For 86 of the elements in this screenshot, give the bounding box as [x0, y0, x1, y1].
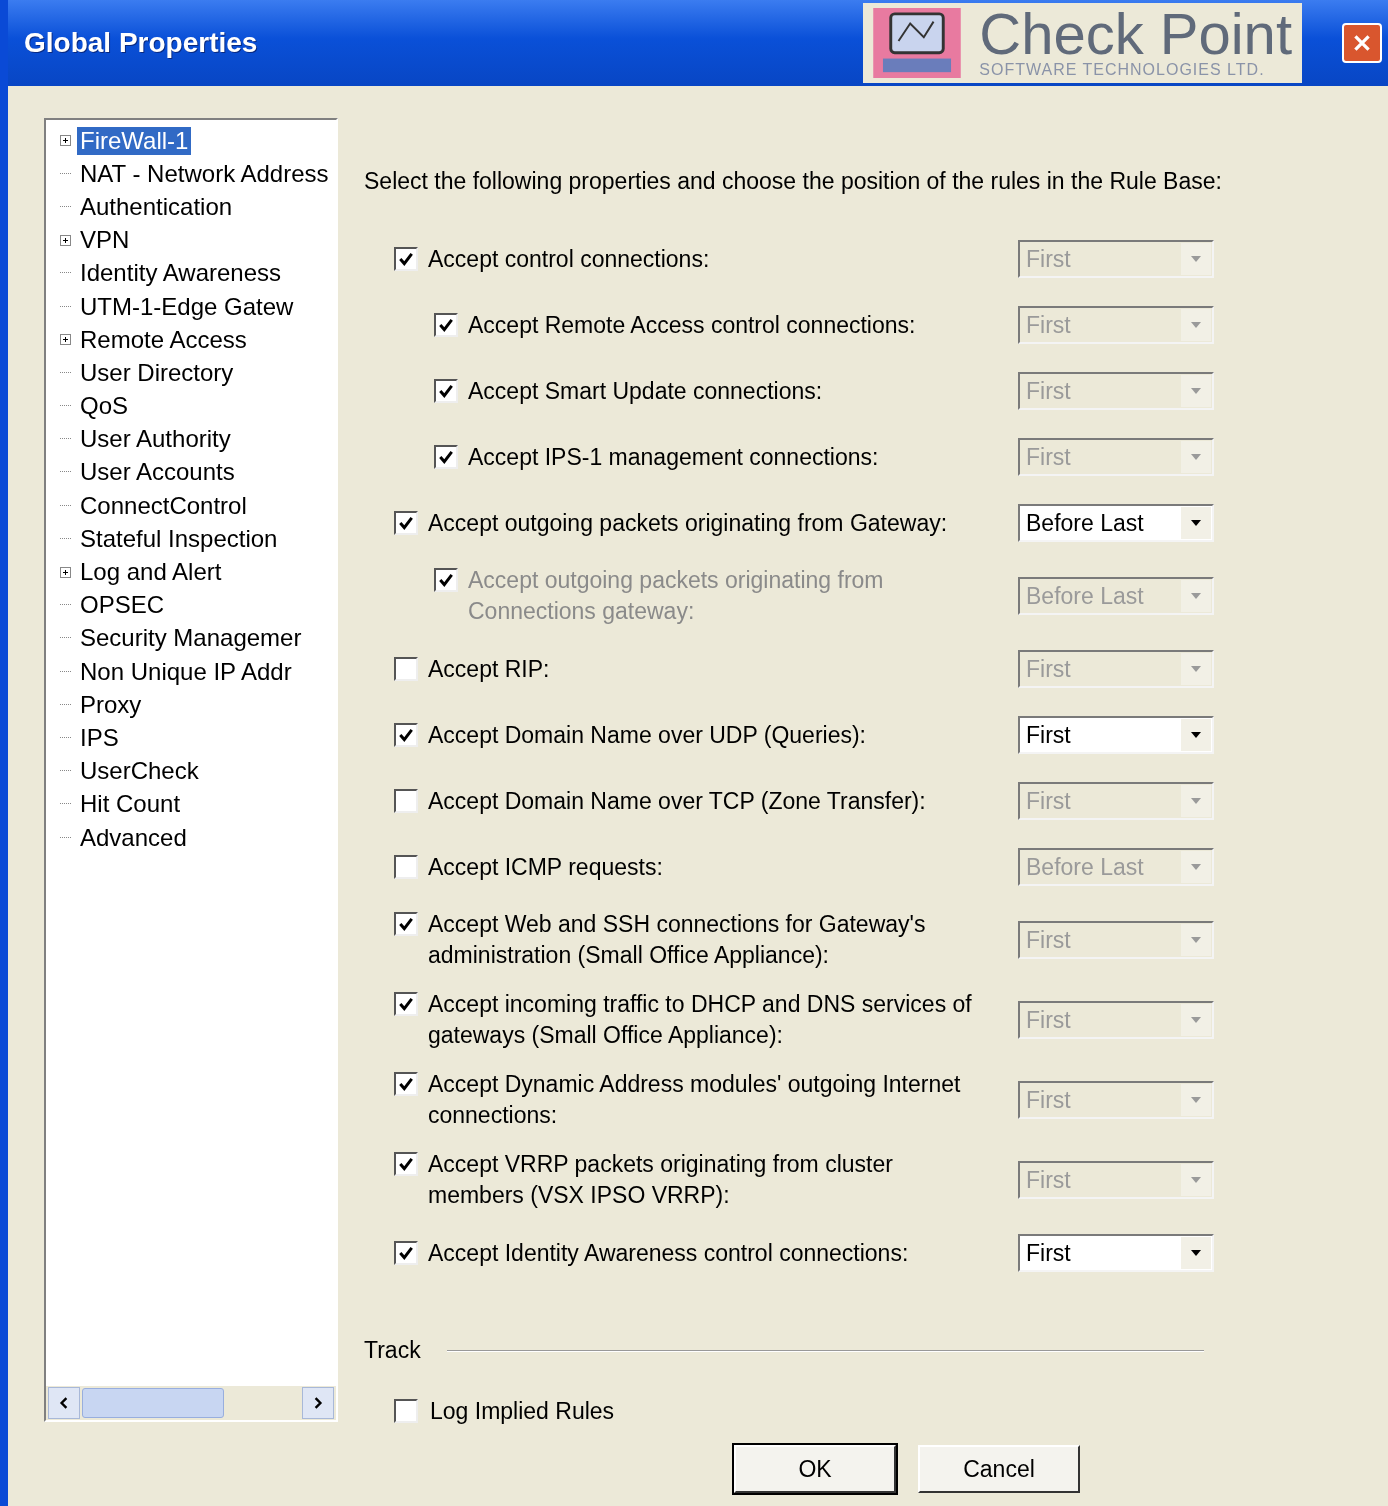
close-button[interactable]: [1342, 23, 1382, 63]
checkbox[interactable]: [394, 1152, 418, 1176]
tree-item[interactable]: Proxy: [77, 690, 145, 719]
checkmark-icon: [398, 916, 414, 932]
checkmark-icon: [398, 996, 414, 1012]
tree-item[interactable]: UTM-1-Edge Gatew: [77, 292, 297, 321]
position-dropdown[interactable]: First: [1018, 1234, 1214, 1272]
dialog-button[interactable]: Cancel: [918, 1445, 1080, 1493]
scroll-thumb[interactable]: [82, 1388, 224, 1418]
tree-item[interactable]: IPS: [77, 723, 122, 752]
tree-item[interactable]: FireWall-1: [77, 126, 192, 155]
checkbox[interactable]: [394, 788, 418, 813]
tree-item[interactable]: Identity Awareness: [77, 259, 284, 288]
checkbox[interactable]: [434, 444, 458, 469]
tree-item[interactable]: Stateful Inspection: [77, 524, 281, 553]
checkmark-icon: [398, 1076, 414, 1092]
tree-item[interactable]: Hit Count: [77, 790, 184, 819]
window-title: Global Properties: [24, 27, 259, 59]
option-label: Accept Identity Awareness control connections:: [428, 1238, 909, 1268]
option-label: Accept Remote Access control connections:: [468, 310, 916, 340]
checkbox[interactable]: [394, 1399, 418, 1423]
option-label: Accept VRRP packets originating from cluster members (VSX IPSO VRRP):: [428, 1150, 894, 1210]
tree-item[interactable]: Authentication: [77, 192, 236, 221]
checkmark-icon: [438, 382, 454, 399]
option-label: Log Implied Rules: [430, 1397, 615, 1426]
checkmark-icon: [438, 572, 454, 588]
checkmark-icon: [398, 1156, 414, 1172]
tree-item[interactable]: Security Managemer: [77, 624, 305, 653]
option-label: Accept ICMP requests:: [428, 852, 663, 882]
tree-item[interactable]: Remote Access: [77, 325, 250, 354]
expand-icon[interactable]: [60, 566, 71, 578]
checkmark-icon: [398, 1244, 414, 1261]
logo-tagline: SOFTWARE TECHNOLOGIES LTD.: [979, 61, 1266, 79]
checkbox[interactable]: [394, 510, 418, 535]
expand-icon[interactable]: [60, 135, 71, 147]
position-dropdown[interactable]: First: [1018, 716, 1214, 754]
checkbox[interactable]: [394, 854, 418, 879]
checkmark-icon: [398, 250, 414, 267]
tree-item[interactable]: User Accounts: [77, 458, 238, 487]
tree-item[interactable]: User Authority: [77, 425, 234, 454]
tree-item[interactable]: Non Unique IP Addr: [77, 657, 295, 686]
expand-icon[interactable]: [60, 334, 71, 346]
instruction-text: Select the following properties and choose the position of the rules in the Rule Base:: [364, 168, 1223, 195]
option-label: Accept outgoing packets originating from Gateway:: [428, 508, 948, 538]
checkbox[interactable]: [394, 656, 418, 681]
dialog-button[interactable]: OK: [734, 1445, 896, 1493]
option-label: Accept outgoing packets originating from Connections gateway:: [468, 566, 885, 626]
section-title: Track: [364, 1337, 421, 1364]
tree-item[interactable]: NAT - Network Address: [77, 159, 332, 188]
option-label: Accept IPS-1 management connections:: [468, 442, 879, 472]
computer-logo-icon: [873, 8, 962, 78]
option-label: Accept incoming traffic to DHCP and DNS services of gateways (Small Office Appliance):: [428, 990, 973, 1050]
checkbox[interactable]: [394, 1240, 418, 1265]
checkmark-icon: [398, 514, 414, 531]
close-icon: [1351, 32, 1373, 54]
option-label: Accept Web and SSH connections for Gateway's administration (Small Office Appliance):: [428, 910, 927, 970]
option-label: Accept Dynamic Address modules' outgoing Internet connections:: [428, 1070, 962, 1130]
tree-item[interactable]: Log and Alert: [77, 558, 225, 587]
checkbox[interactable]: [394, 992, 418, 1016]
tree-item[interactable]: Advanced: [77, 823, 190, 852]
checkbox[interactable]: [394, 722, 418, 747]
checkbox[interactable]: [394, 246, 418, 271]
scroll-left-button[interactable]: [48, 1387, 80, 1419]
checkbox[interactable]: [434, 378, 458, 403]
expand-icon[interactable]: [60, 234, 71, 246]
checkmark-icon: [438, 316, 454, 333]
checkbox[interactable]: [434, 312, 458, 337]
logo-name: Check Point: [979, 7, 1292, 61]
horizontal-scrollbar[interactable]: [46, 1386, 336, 1420]
option-label: Accept Domain Name over UDP (Queries):: [428, 720, 866, 750]
tree-item[interactable]: QoS: [77, 392, 132, 421]
option-label: Accept Domain Name over TCP (Zone Transfer):: [428, 786, 926, 816]
option-label: Accept RIP:: [428, 654, 550, 684]
checkbox[interactable]: [394, 912, 418, 936]
scroll-right-button[interactable]: [302, 1387, 334, 1419]
tree-item[interactable]: ConnectControl: [77, 491, 250, 520]
tree-item[interactable]: VPN: [77, 226, 133, 255]
checkmark-icon: [398, 726, 414, 743]
option-label: Accept control connections:: [428, 244, 710, 274]
checkmark-icon: [438, 448, 454, 465]
position-dropdown[interactable]: Before Last: [1018, 504, 1214, 542]
option-label: Accept Smart Update connections:: [468, 376, 823, 406]
tree-item[interactable]: User Directory: [77, 358, 237, 387]
tree-item[interactable]: OPSEC: [77, 591, 168, 620]
checkbox[interactable]: [394, 1072, 418, 1096]
tree-item[interactable]: UserCheck: [77, 757, 202, 786]
